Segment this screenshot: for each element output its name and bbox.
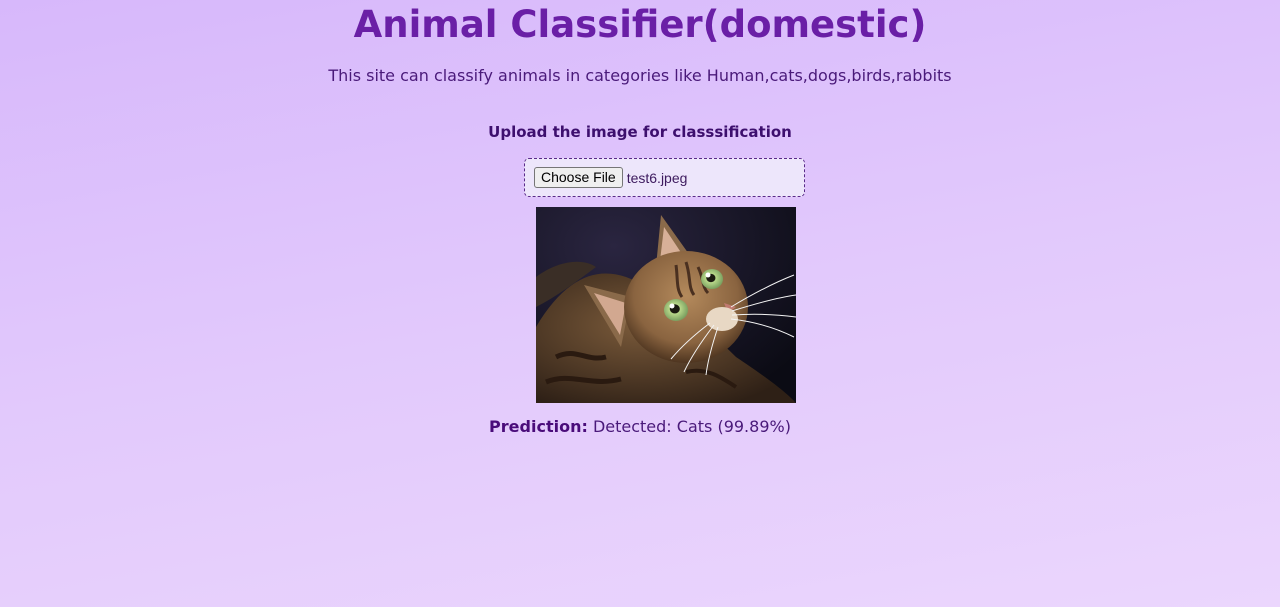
prediction-label: Prediction: — [489, 417, 588, 436]
prediction-result: Prediction: Detected: Cats (99.89%) — [0, 416, 1280, 438]
selected-file-name: test6.jpeg — [626, 169, 688, 186]
file-upload-box[interactable]: Choose File test6.jpeg — [524, 158, 805, 197]
choose-file-button[interactable]: Choose File — [534, 167, 623, 188]
page-subtitle: This site can classify animals in catego… — [328, 66, 952, 85]
upload-label: Upload the image for classsification — [488, 123, 792, 141]
page-title: Animal Classifier(domestic) — [353, 3, 927, 46]
page: Animal Classifier(domestic) This site ca… — [0, 0, 1280, 607]
prediction-value: Detected: Cats (99.89%) — [592, 417, 791, 436]
cat-photo-icon — [536, 207, 796, 403]
uploaded-image-preview — [536, 207, 796, 403]
